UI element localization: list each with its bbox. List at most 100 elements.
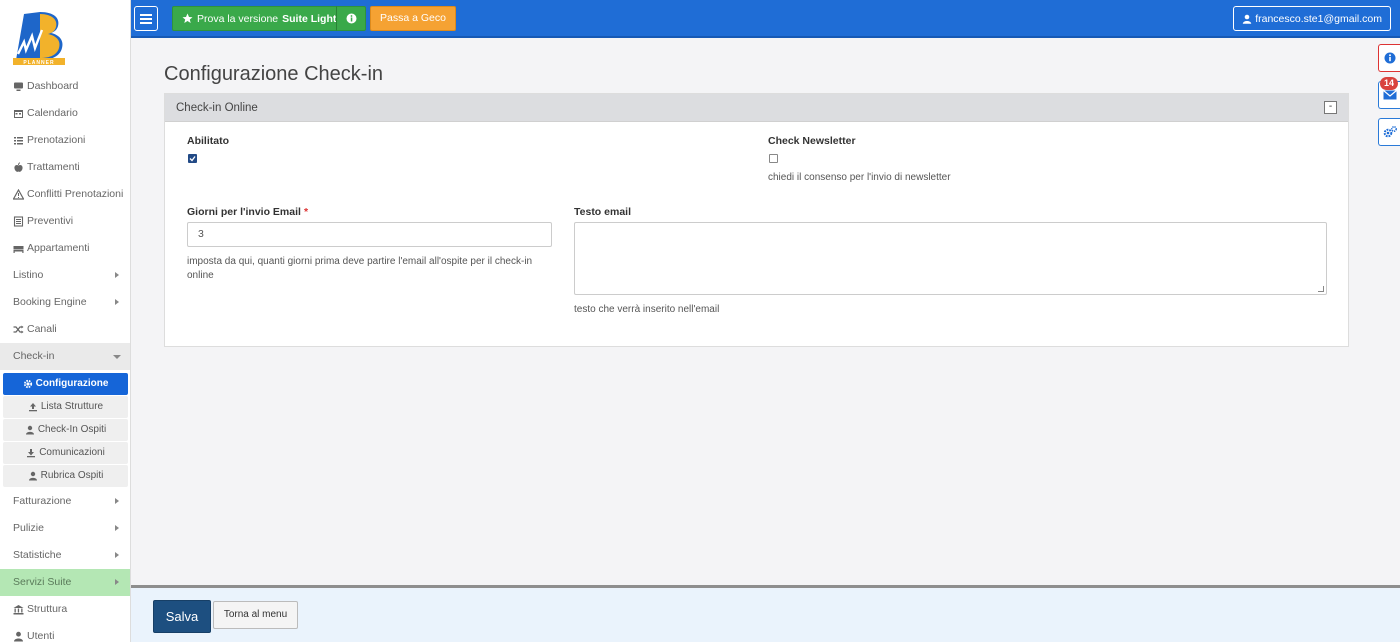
- days-before-email-input[interactable]: 3: [187, 222, 552, 247]
- hamburger-icon: [140, 13, 152, 24]
- sidebar-item-servizi-suite[interactable]: Servizi Suite: [0, 569, 130, 596]
- sidebar-item-dashboard[interactable]: Dashboard: [0, 73, 130, 100]
- sidebar-item-statistiche[interactable]: Statistiche: [0, 542, 130, 569]
- building-icon: [13, 604, 24, 615]
- checkin-submenu: Configurazione Lista Strutture Check-In …: [0, 370, 130, 487]
- switch-to-geco-button[interactable]: Passa a Geco: [370, 6, 456, 31]
- newsletter-label: Check Newsletter: [768, 135, 856, 147]
- user-account-button[interactable]: francesco.ste1@gmail.com: [1233, 6, 1391, 31]
- email-text-label: Testo email: [574, 206, 631, 218]
- try-suite-light-button[interactable]: Prova la versione Suite Light: [172, 6, 346, 31]
- required-mark: *: [303, 206, 309, 218]
- bed-icon: [13, 243, 24, 254]
- sidebar-item-label: Calendario: [27, 107, 78, 119]
- info-float-button[interactable]: [1378, 44, 1400, 72]
- sidebar-subitem-label: Comunicazioni: [39, 447, 105, 458]
- warning-icon: [13, 189, 24, 200]
- sidebar-item-trattamenti[interactable]: Trattamenti: [0, 154, 130, 181]
- sidebar-item-label: Trattamenti: [27, 161, 80, 173]
- sidebar-item-canali[interactable]: Canali: [0, 316, 130, 343]
- sidebar-subitem-lista-strutture[interactable]: Lista Strutture: [3, 396, 128, 418]
- chevron-right-icon: [115, 552, 119, 558]
- sidebar-item-calendario[interactable]: Calendario: [0, 100, 130, 127]
- days-label-text: Giorni per l'invio Email: [187, 206, 301, 218]
- chevron-down-icon: [113, 355, 121, 359]
- calendar-icon: [13, 108, 24, 119]
- bb-planner-logo[interactable]: PLANNER: [10, 10, 68, 66]
- back-to-menu-button[interactable]: Torna al menu: [213, 601, 298, 629]
- chevron-right-icon: [115, 525, 119, 531]
- sidebar-item-fatturazione[interactable]: Fatturazione: [0, 488, 130, 515]
- apple-icon: [13, 162, 24, 173]
- sidebar-item-booking-engine[interactable]: Booking Engine: [0, 289, 130, 316]
- email-text-textarea[interactable]: [574, 222, 1327, 295]
- star-icon: [182, 13, 193, 24]
- sidebar-item-label: Check-in: [13, 350, 55, 362]
- sidebar-subitem-label: Lista Strutture: [40, 401, 104, 412]
- sidebar-item-label: Struttura: [27, 603, 68, 615]
- sidebar-subitem-check-in-ospiti[interactable]: Check-In Ospiti: [3, 419, 128, 441]
- newsletter-checkbox[interactable]: [769, 154, 778, 163]
- sidebar-item-utenti[interactable]: Utenti: [0, 623, 130, 642]
- user-icon: [13, 631, 24, 642]
- chevron-right-icon: [115, 299, 119, 305]
- email-text-help: testo che verrà inserito nell'email: [574, 304, 720, 315]
- days-label: Giorni per l'invio Email *: [187, 206, 308, 218]
- download-icon: [26, 448, 36, 458]
- check-icon: [189, 156, 196, 162]
- sidebar-subitem-label: Configurazione: [35, 378, 109, 389]
- collapse-panel-button[interactable]: -: [1324, 101, 1337, 114]
- list-icon: [13, 135, 24, 146]
- gear-icon: [23, 379, 33, 389]
- sidebar: PLANNER Dashboard Calendario Prenotazion…: [0, 0, 131, 642]
- days-help: imposta da qui, quanti giorni prima deve…: [187, 256, 533, 281]
- user-icon: [28, 471, 38, 481]
- sidebar-item-pulizie[interactable]: Pulizie: [0, 515, 130, 542]
- settings-float-button[interactable]: [1378, 118, 1400, 146]
- enabled-checkbox[interactable]: [188, 154, 197, 163]
- document-icon: [13, 216, 24, 227]
- action-footer: Salva Torna al menu: [131, 585, 1400, 642]
- suite-info-button[interactable]: [336, 6, 366, 31]
- sidebar-item-label: Utenti: [27, 630, 55, 642]
- sidebar-item-prenotazioni[interactable]: Prenotazioni: [0, 127, 130, 154]
- page-title: Configurazione Check-in: [164, 63, 384, 85]
- sidebar-item-preventivi[interactable]: Preventivi: [0, 208, 130, 235]
- chevron-right-icon: [115, 579, 119, 585]
- suite-prefix-text: Prova la versione: [197, 12, 279, 25]
- chevron-right-icon: [115, 498, 119, 504]
- resize-grip-icon[interactable]: [1318, 286, 1324, 292]
- sidebar-item-label: Preventivi: [27, 215, 74, 227]
- sidebar-subitem-rubrica-ospiti[interactable]: Rubrica Ospiti: [3, 465, 128, 487]
- menu-toggle-button[interactable]: [134, 6, 158, 31]
- save-button[interactable]: Salva: [153, 600, 211, 633]
- newsletter-help: chiedi il consenso per l'invio di newsle…: [768, 172, 951, 183]
- panel-title: Check-in Online: [176, 102, 258, 114]
- upload-icon: [28, 402, 38, 412]
- sidebar-item-label: Statistiche: [13, 549, 62, 561]
- sidebar-item-label: Appartamenti: [27, 242, 90, 254]
- user-icon: [25, 425, 35, 435]
- sidebar-subitem-configurazione[interactable]: Configurazione: [3, 373, 128, 395]
- suite-name-text: Suite Light: [282, 12, 337, 25]
- sidebar-subitem-comunicazioni[interactable]: Comunicazioni: [3, 442, 128, 464]
- sidebar-item-appartamenti[interactable]: Appartamenti: [0, 235, 130, 262]
- sidebar-item-label: Prenotazioni: [27, 134, 86, 146]
- gears-icon: [1383, 126, 1397, 138]
- logo-text: PLANNER: [23, 60, 54, 66]
- sidebar-item-listino[interactable]: Listino: [0, 262, 130, 289]
- sidebar-item-conflitti[interactable]: Conflitti Prenotazioni: [0, 181, 130, 208]
- top-bar: Prova la versione Suite Light Passa a Ge…: [131, 0, 1400, 38]
- checkin-online-panel: Check-in Online - Abilitato Check Newsle…: [164, 93, 1349, 347]
- sidebar-item-label: Canali: [27, 323, 57, 335]
- sidebar-subitem-label: Rubrica Ospiti: [40, 470, 104, 481]
- sidebar-item-label: Conflitti Prenotazioni: [27, 188, 124, 200]
- sidebar-item-struttura[interactable]: Struttura: [0, 596, 130, 623]
- sidebar-item-label: Dashboard: [27, 80, 79, 92]
- info-icon: [346, 13, 357, 24]
- user-icon: [1242, 14, 1252, 24]
- sidebar-subitem-label: Check-In Ospiti: [37, 424, 107, 435]
- sidebar-item-check-in[interactable]: Check-in: [0, 343, 130, 370]
- sidebar-item-label: Fatturazione: [13, 495, 72, 507]
- sidebar-item-label: Pulizie: [13, 522, 44, 534]
